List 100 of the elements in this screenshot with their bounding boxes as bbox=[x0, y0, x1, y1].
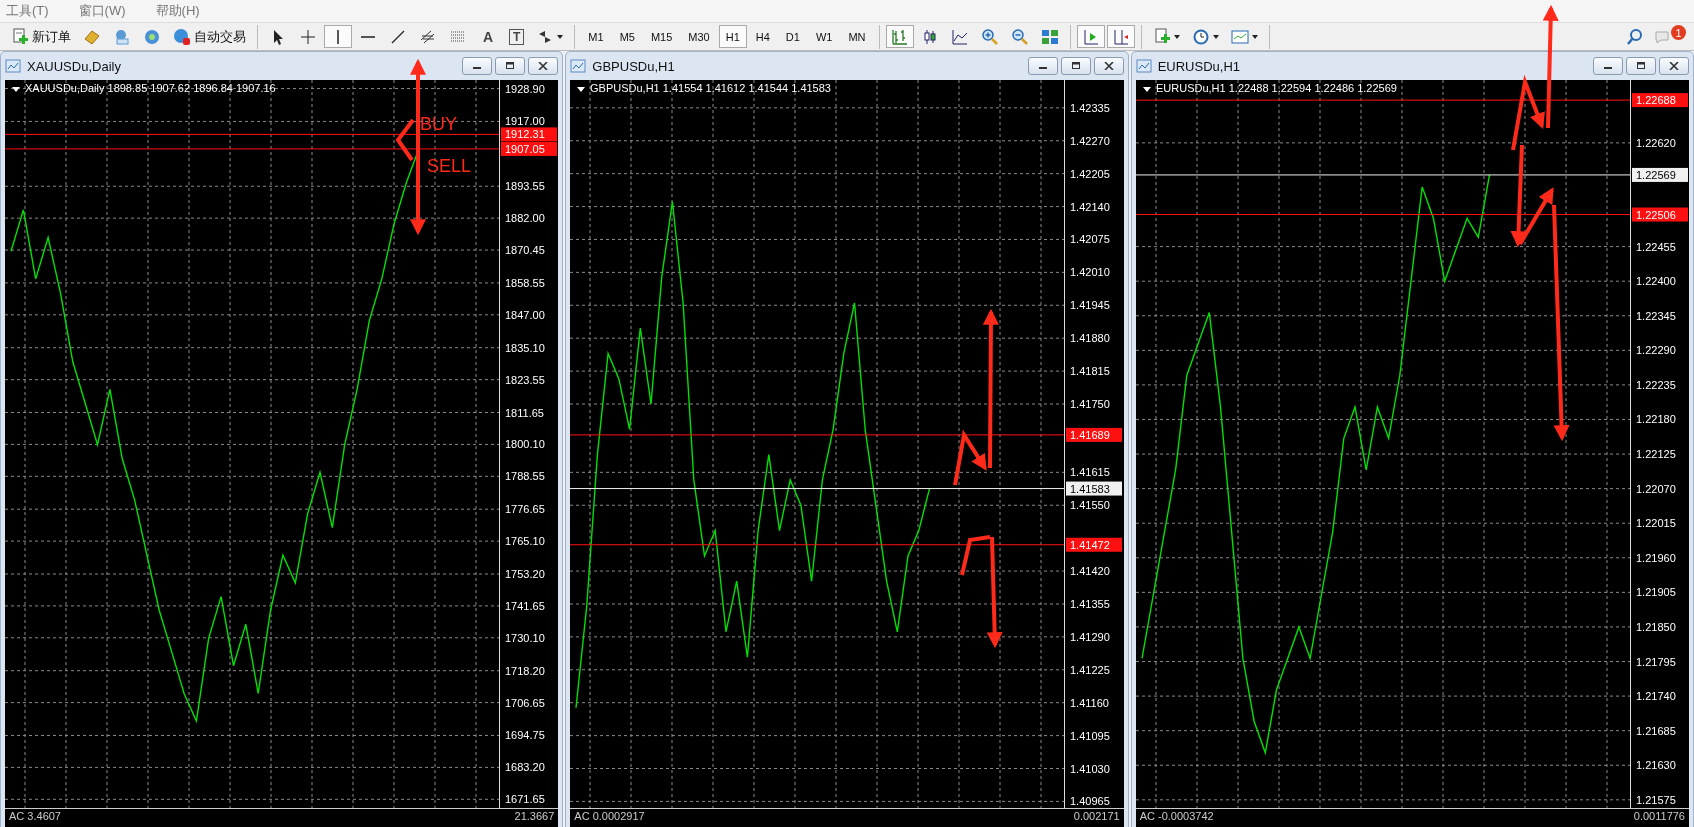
maximize-button[interactable] bbox=[1626, 57, 1656, 75]
maximize-icon bbox=[504, 62, 517, 70]
close-button[interactable] bbox=[1659, 57, 1689, 75]
axis-label: 1730.10 bbox=[505, 631, 545, 644]
axis-label: 1.42270 bbox=[1070, 134, 1111, 147]
axis-label: 1.21905 bbox=[1635, 586, 1676, 599]
timeframe-button[interactable]: H4 bbox=[748, 25, 777, 48]
text-tool-button[interactable]: A bbox=[474, 25, 502, 48]
add-indicator-icon bbox=[1152, 27, 1171, 46]
menu-item[interactable]: 工具(T) bbox=[6, 2, 49, 20]
indicator-label: AC 3.4607 bbox=[9, 809, 61, 824]
menu-item[interactable]: 帮助(H) bbox=[155, 2, 200, 20]
axis-label: 1.22180 bbox=[1635, 413, 1676, 426]
minimize-button[interactable] bbox=[462, 57, 493, 75]
axis-label: 1671.65 bbox=[505, 793, 545, 806]
line-chart-icon bbox=[950, 27, 969, 46]
globe-icon bbox=[113, 27, 131, 46]
annotation-text: SELL bbox=[427, 156, 472, 176]
search-icon bbox=[1626, 27, 1644, 46]
axis-label: 1.41615 bbox=[1070, 466, 1111, 479]
axis-label: 1.42335 bbox=[1070, 101, 1111, 114]
close-button[interactable] bbox=[1093, 57, 1124, 75]
axis-label: 1.22400 bbox=[1635, 275, 1676, 288]
timeframe-button[interactable]: M1 bbox=[581, 25, 611, 48]
axis-label: 1.22455 bbox=[1635, 240, 1676, 253]
axis-label: 1.22235 bbox=[1635, 378, 1676, 391]
timeframe-button[interactable]: MN bbox=[841, 25, 873, 48]
axis-label: 1718.20 bbox=[505, 664, 545, 677]
axis-label: 1.41290 bbox=[1070, 630, 1111, 643]
axis-label: 1.41030 bbox=[1070, 762, 1111, 775]
price-tag: 1912.31 bbox=[501, 127, 557, 142]
axis-label: 1.21685 bbox=[1635, 724, 1676, 737]
axis-label: 1858.55 bbox=[505, 276, 545, 289]
axis-label: 1847.00 bbox=[505, 308, 545, 321]
caret-icon bbox=[1142, 87, 1151, 92]
axis-label: 1.42140 bbox=[1070, 200, 1111, 213]
axis-label: 1.41945 bbox=[1070, 299, 1111, 312]
shift-tool-button[interactable] bbox=[1106, 25, 1135, 48]
axis-label: 1870.45 bbox=[505, 244, 545, 257]
indicator-label: AC -0.0003742 bbox=[1139, 809, 1214, 824]
close-icon bbox=[1102, 62, 1115, 70]
indicator-value: 0.0011776 bbox=[1633, 809, 1685, 824]
timeframe-button[interactable]: M30 bbox=[681, 25, 717, 48]
ref-line-label: 1.22688 bbox=[1635, 94, 1676, 107]
close-icon bbox=[1668, 62, 1680, 70]
axis-label: 1.22125 bbox=[1635, 448, 1676, 461]
menu-item[interactable]: 窗口(W) bbox=[78, 2, 126, 20]
ref-line-label: 1.41689 bbox=[1070, 428, 1111, 441]
autoscroll-tool-button[interactable] bbox=[1076, 25, 1105, 48]
indicator-value: 0.002171 bbox=[1073, 809, 1120, 824]
axis-label: 1683.20 bbox=[505, 761, 545, 774]
maximize-icon bbox=[1069, 62, 1082, 70]
chart-header: GBPUSDu,H1 1.41554 1.41612 1.41544 1.41583 bbox=[590, 82, 832, 94]
label-tool-button[interactable]: T bbox=[504, 25, 530, 48]
axis-label: 1.40965 bbox=[1070, 795, 1111, 808]
annotation-text: BUY bbox=[420, 114, 457, 134]
bars-tool-button[interactable] bbox=[885, 25, 914, 48]
axis-label: 1776.65 bbox=[505, 503, 545, 516]
ref-line-label: 1.41472 bbox=[1070, 538, 1111, 551]
timeframe-button[interactable]: M15 bbox=[643, 25, 680, 48]
tile-windows-icon bbox=[1040, 27, 1059, 46]
ref-line-label: 1.22506 bbox=[1635, 208, 1676, 221]
timeframe-button[interactable]: H1 bbox=[718, 25, 747, 48]
chart-window-icon bbox=[570, 58, 587, 74]
minimize-button[interactable] bbox=[1593, 57, 1623, 75]
ref-line-label: 1907.05 bbox=[505, 142, 545, 155]
axis-label: 1800.10 bbox=[505, 438, 545, 451]
axis-label: 1835.10 bbox=[505, 341, 545, 354]
axis-label: 1765.10 bbox=[505, 535, 545, 548]
ref-line-label: 1.41583 bbox=[1070, 482, 1111, 495]
timeframe-button[interactable]: M5 bbox=[612, 25, 642, 48]
axis-label: 1917.00 bbox=[505, 115, 545, 128]
crosshair-icon bbox=[299, 27, 317, 46]
minimize-button[interactable] bbox=[1027, 57, 1058, 75]
indicator-value: 21.3667 bbox=[514, 809, 555, 824]
axis-label: 1882.00 bbox=[505, 212, 545, 225]
axis-label: 1.41880 bbox=[1070, 332, 1111, 345]
zoom-out-icon bbox=[1010, 27, 1029, 46]
chart-header: XAUUSDu,Daily 1898.85 1907.62 1896.84 1907.16 bbox=[25, 82, 276, 94]
axis-label: 1706.65 bbox=[505, 696, 545, 709]
axis-label: 1.41225 bbox=[1070, 663, 1111, 676]
timeframe-button[interactable]: W1 bbox=[808, 25, 840, 48]
auto-trading-icon bbox=[173, 27, 191, 46]
close-button[interactable] bbox=[528, 57, 559, 75]
timeframe-button[interactable]: D1 bbox=[778, 25, 807, 48]
axis-label: 1741.65 bbox=[505, 599, 545, 612]
axis-label: 1.42075 bbox=[1070, 233, 1111, 246]
maximize-icon bbox=[1635, 62, 1647, 70]
axis-label: 1811.65 bbox=[505, 406, 544, 419]
template-icon bbox=[1230, 27, 1249, 46]
caret-icon bbox=[577, 87, 586, 92]
auto-trading-button[interactable]: 自动交易 bbox=[168, 25, 251, 48]
vline-tool-button[interactable] bbox=[324, 25, 352, 48]
maximize-button[interactable] bbox=[1060, 57, 1091, 75]
window-title: XAUUSDu,Daily bbox=[27, 58, 122, 74]
maximize-button[interactable] bbox=[495, 57, 526, 75]
axis-label: 1694.75 bbox=[505, 729, 545, 742]
notification-badge: 1 bbox=[1671, 25, 1686, 40]
axis-label: 1.21960 bbox=[1635, 551, 1676, 564]
new-order-button[interactable]: 新订单 bbox=[6, 25, 76, 48]
